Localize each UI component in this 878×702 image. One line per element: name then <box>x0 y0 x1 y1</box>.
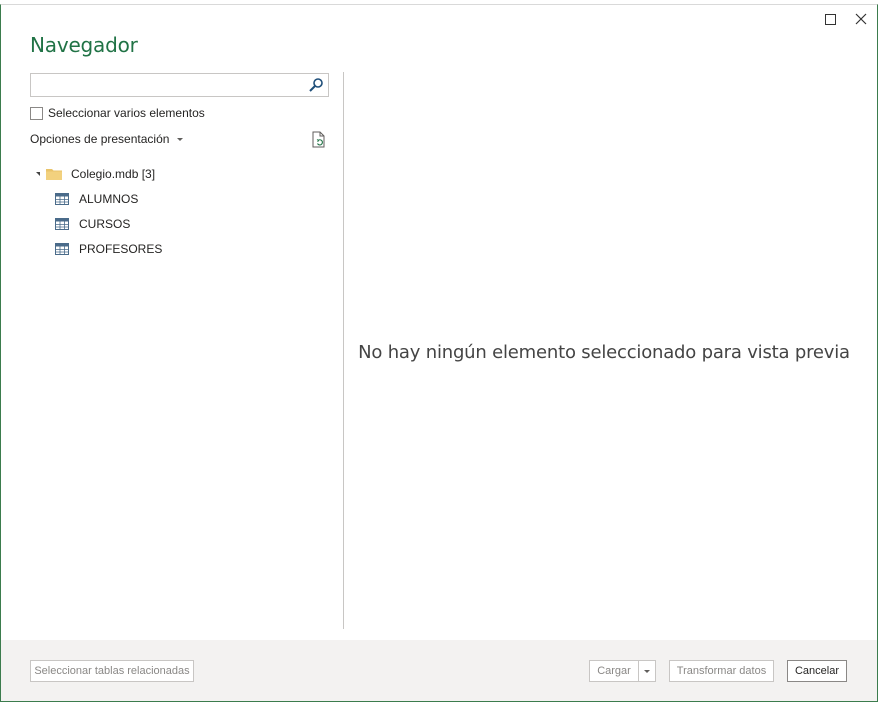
multi-select-option[interactable]: Seleccionar varios elementos <box>30 106 205 120</box>
tree-item-label: PROFESORES <box>79 241 163 256</box>
preview-empty-message: No hay ningún elemento seleccionado para… <box>358 342 850 363</box>
maximize-button[interactable] <box>819 9 841 29</box>
tree-item-cursos[interactable]: CURSOS <box>30 211 162 236</box>
refresh-button[interactable] <box>309 130 329 150</box>
table-icon <box>55 217 69 230</box>
transform-data-button[interactable]: Transformar datos <box>669 660 774 682</box>
cancel-button[interactable]: Cancelar <box>787 660 847 682</box>
expand-arrow-icon[interactable] <box>36 171 40 176</box>
chevron-down-icon <box>644 669 650 673</box>
display-options-label: Opciones de presentación <box>30 132 170 146</box>
tree-item-alumnos[interactable]: ALUMNOS <box>30 186 162 211</box>
maximize-icon <box>824 13 836 25</box>
search-icon <box>309 78 323 92</box>
tree-item-label: ALUMNOS <box>79 191 139 206</box>
dialog-footer: Seleccionar tablas relacionadas Cargar T… <box>1 640 877 701</box>
navigator-dialog: Navegador Seleccionar varios elementos O… <box>0 4 878 702</box>
load-dropdown-button[interactable] <box>638 660 656 682</box>
navigator-tree: Colegio.mdb [3] ALUMNOS CURSOS PROFESORE… <box>30 161 162 261</box>
table-icon <box>55 192 69 205</box>
refresh-document-icon <box>312 131 325 148</box>
tree-item-label: CURSOS <box>79 216 131 231</box>
multi-select-label: Seleccionar varios elementos <box>48 106 205 120</box>
close-icon <box>855 13 867 25</box>
tree-root-database[interactable]: Colegio.mdb [3] <box>30 161 162 186</box>
multi-select-checkbox[interactable] <box>30 106 43 120</box>
load-button[interactable]: Cargar <box>589 660 639 682</box>
search-input[interactable] <box>34 76 303 94</box>
folder-icon <box>46 168 62 180</box>
close-button[interactable] <box>850 9 872 29</box>
display-options-dropdown[interactable]: Opciones de presentación <box>30 132 184 146</box>
search-box[interactable] <box>30 73 329 97</box>
dialog-title: Navegador <box>30 33 138 57</box>
select-related-tables-button[interactable]: Seleccionar tablas relacionadas <box>30 660 194 682</box>
tree-item-profesores[interactable]: PROFESORES <box>30 236 162 261</box>
chevron-down-icon <box>177 137 184 141</box>
table-icon <box>55 242 69 255</box>
tree-root-label: Colegio.mdb [3] <box>71 166 156 181</box>
